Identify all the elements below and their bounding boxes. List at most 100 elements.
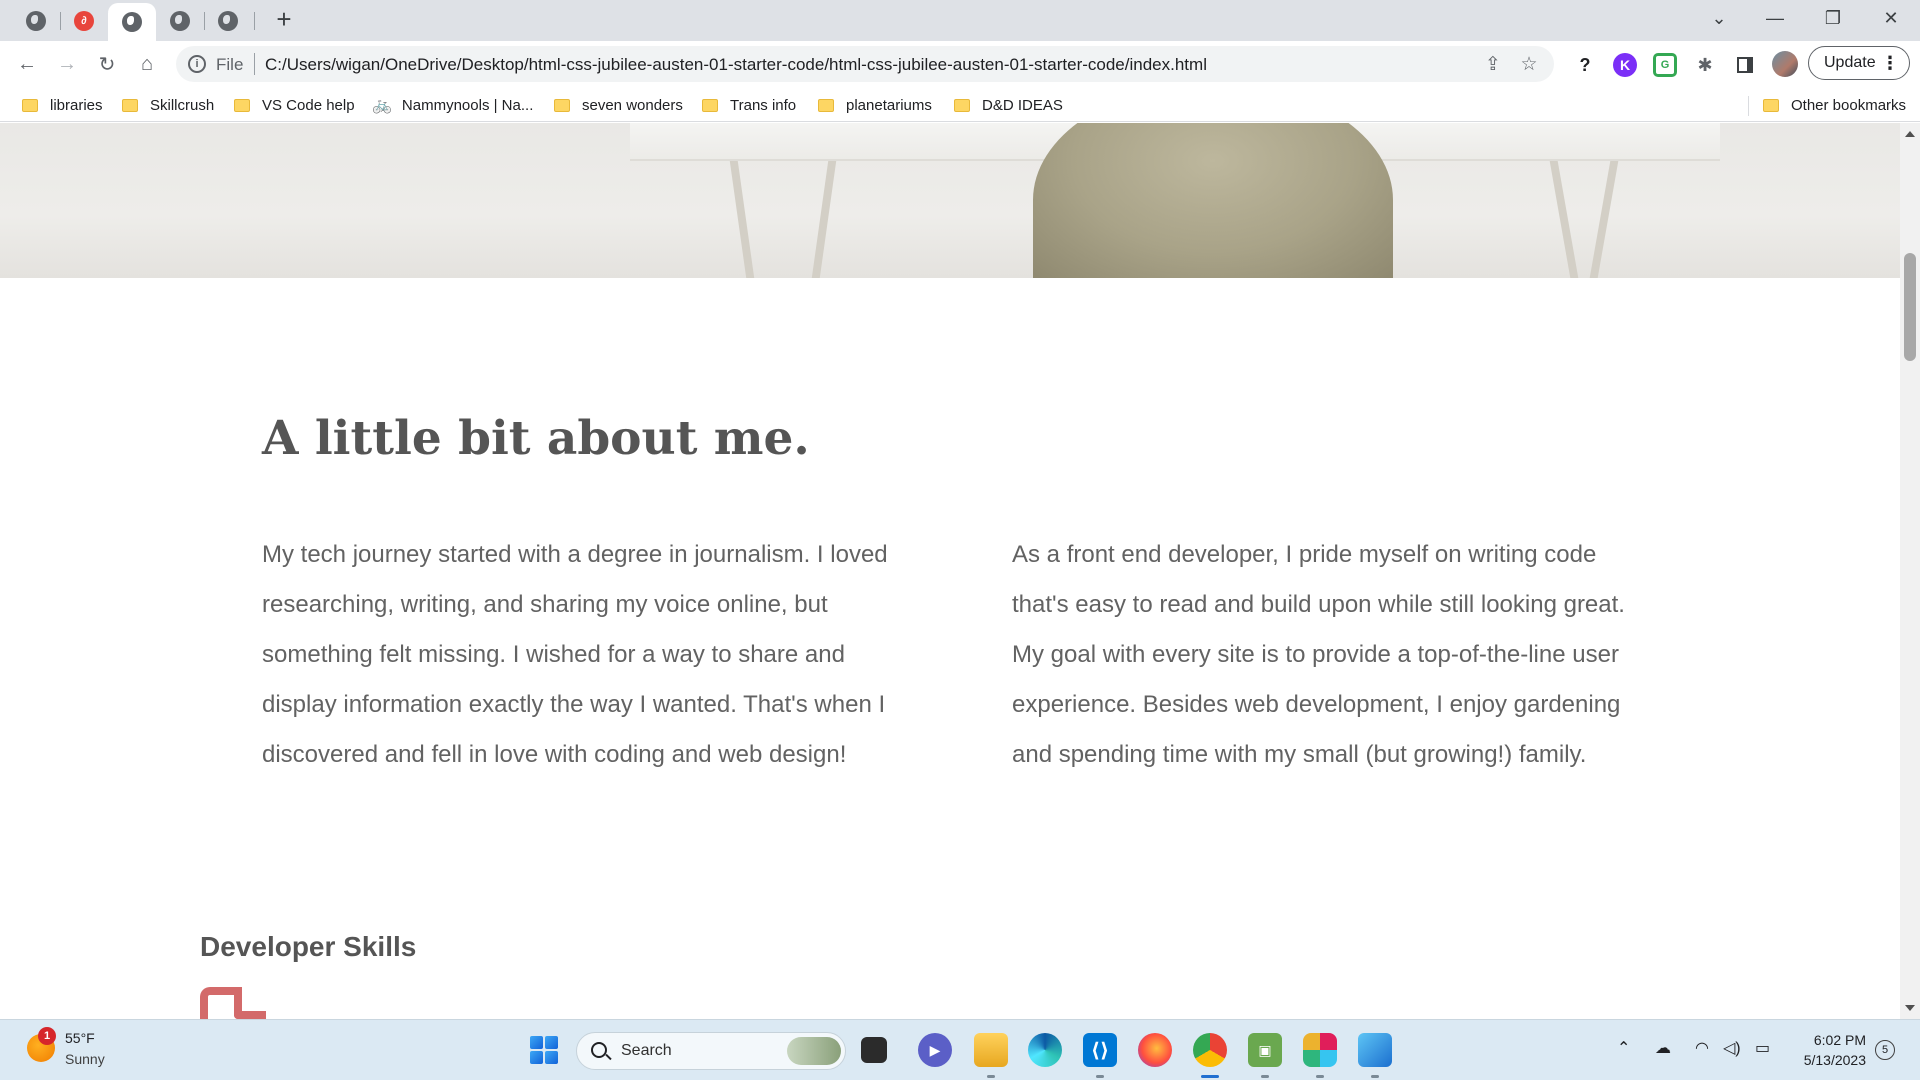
- tab-active[interactable]: [108, 3, 156, 41]
- chevron-up-icon[interactable]: ⌃: [1617, 1038, 1630, 1058]
- weather-temperature: 55°F: [65, 1030, 95, 1046]
- share-icon[interactable]: ⇪: [1482, 54, 1504, 76]
- app-active-indicator: [1201, 1075, 1219, 1078]
- close-button[interactable]: ✕: [1862, 0, 1920, 36]
- app-running-indicator: [1316, 1075, 1324, 1078]
- bookmark-other[interactable]: Other bookmarks: [1763, 94, 1906, 116]
- page-scrollbar[interactable]: [1900, 123, 1920, 1019]
- teams-chat-icon[interactable]: ▶: [918, 1033, 952, 1067]
- onedrive-cloud-icon[interactable]: ☁: [1655, 1038, 1671, 1058]
- bookmark-label: Nammynools | Na...: [401, 96, 534, 114]
- windows-logo-icon: [530, 1036, 558, 1064]
- hero-image: [0, 123, 1900, 278]
- reload-icon: ↻: [98, 53, 116, 76]
- arrow-left-icon: ←: [17, 52, 37, 75]
- about-paragraph-left: My tech journey started with a degree in…: [262, 541, 888, 768]
- tab-4[interactable]: [156, 0, 204, 41]
- bookmark-libraries[interactable]: libraries: [22, 94, 103, 116]
- scroll-up-icon[interactable]: [1905, 131, 1915, 137]
- folder-icon: [22, 98, 38, 112]
- photos-icon[interactable]: [1358, 1033, 1392, 1067]
- home-button[interactable]: ⌂: [132, 49, 162, 79]
- new-tab-button[interactable]: +: [270, 6, 298, 34]
- globe-icon: [122, 12, 142, 32]
- address-bar[interactable]: i File C:/Users/wigan/OneDrive/Desktop/h…: [176, 46, 1554, 82]
- extension-grammarly-icon[interactable]: G: [1653, 53, 1677, 77]
- bookmark-label: Skillcrush: [150, 96, 215, 114]
- bookmark-planetariums[interactable]: planetariums: [818, 94, 932, 116]
- back-button[interactable]: ←: [12, 49, 42, 79]
- tab-2[interactable]: ∂: [60, 0, 108, 41]
- minimize-button[interactable]: —: [1746, 0, 1804, 36]
- url-scheme-label: File: [216, 55, 244, 74]
- chevron-down-icon: ⌄: [1711, 7, 1727, 28]
- start-button[interactable]: [527, 1033, 561, 1067]
- profile-avatar[interactable]: [1772, 51, 1798, 77]
- extension-k-icon[interactable]: K: [1613, 53, 1637, 77]
- info-icon[interactable]: i: [188, 55, 206, 73]
- folder-icon: [554, 98, 570, 112]
- folder-icon: [702, 98, 718, 112]
- bookmark-label: seven wonders: [582, 96, 683, 114]
- close-icon: ✕: [1883, 7, 1899, 28]
- extension-question-icon[interactable]: ?: [1573, 53, 1597, 77]
- windows-taskbar: 1 55°F Sunny Search ▶ ⟨⟩ ▣ ⌃ ☁ ◠ ◁) ▭ 6:…: [0, 1019, 1920, 1080]
- volume-icon[interactable]: ◁): [1723, 1038, 1741, 1058]
- bookmark-nammynools[interactable]: 🚲 Nammynools | Na...: [372, 94, 533, 116]
- tab-search-button[interactable]: ⌄: [1690, 0, 1748, 36]
- chrome-icon[interactable]: [1193, 1033, 1227, 1067]
- firefox-icon[interactable]: [1138, 1033, 1172, 1067]
- app-running-indicator: [987, 1075, 995, 1078]
- folder-icon: [1763, 98, 1779, 112]
- side-panel-button[interactable]: [1733, 53, 1757, 77]
- restore-button[interactable]: ❐: [1804, 0, 1862, 36]
- update-button[interactable]: Update ⋮: [1808, 46, 1910, 80]
- edge-icon[interactable]: [1028, 1033, 1062, 1067]
- bookmark-seven-wonders[interactable]: seven wonders: [554, 94, 683, 116]
- scroll-down-icon[interactable]: [1905, 1005, 1915, 1011]
- bookmark-vs-code-help[interactable]: VS Code help: [234, 94, 355, 116]
- notification-badge[interactable]: 5: [1875, 1040, 1895, 1060]
- tab-divider: [254, 12, 255, 30]
- plus-icon: +: [276, 4, 292, 34]
- folder-icon: [818, 98, 834, 112]
- battery-icon[interactable]: ▭: [1755, 1038, 1770, 1058]
- globe-icon: [170, 10, 190, 31]
- system-clock[interactable]: 6:02 PM 5/13/2023: [1790, 1030, 1866, 1070]
- bookmark-label: VS Code help: [262, 96, 355, 114]
- wifi-icon[interactable]: ◠: [1695, 1038, 1709, 1058]
- vscode-icon[interactable]: ⟨⟩: [1083, 1033, 1117, 1067]
- file-explorer-icon[interactable]: [974, 1033, 1008, 1067]
- desk-leg: [1589, 161, 1619, 278]
- page-viewport: A little bit about me. My tech journey s…: [0, 123, 1900, 1019]
- tab-strip: ∂ + ⌄ — ❐ ✕: [0, 0, 1920, 41]
- url-text[interactable]: C:/Users/wigan/OneDrive/Desktop/html-css…: [265, 55, 1207, 75]
- reload-button[interactable]: ↻: [92, 49, 122, 79]
- folder-icon: [954, 98, 970, 112]
- restore-icon: ❐: [1824, 7, 1842, 28]
- clock-date: 5/13/2023: [1803, 1052, 1866, 1068]
- folder-icon: [234, 98, 250, 112]
- extensions-puzzle-icon[interactable]: ✱: [1693, 53, 1717, 77]
- tab-1[interactable]: [12, 0, 60, 41]
- side-panel-icon: [1737, 57, 1753, 73]
- bookmark-skillcrush[interactable]: Skillcrush: [122, 94, 214, 116]
- taskbar-search[interactable]: Search: [576, 1032, 846, 1070]
- bookmark-dnd-ideas[interactable]: D&D IDEAS: [954, 94, 1063, 116]
- tab-5[interactable]: [204, 0, 252, 41]
- update-label: Update: [1824, 54, 1876, 71]
- star-icon[interactable]: ☆: [1518, 54, 1540, 76]
- task-view-icon[interactable]: [861, 1037, 887, 1063]
- app-running-indicator: [1371, 1075, 1379, 1078]
- globe-icon: [218, 10, 238, 31]
- search-label: Search: [621, 1042, 672, 1059]
- menu-dots-icon[interactable]: ⋮: [1881, 53, 1899, 73]
- about-heading: A little bit about me.: [262, 411, 810, 466]
- weather-alert-badge: 1: [38, 1027, 56, 1045]
- app-running-indicator: [1261, 1075, 1269, 1078]
- scroll-thumb[interactable]: [1904, 253, 1916, 361]
- bookmark-trans-info[interactable]: Trans info: [702, 94, 796, 116]
- forward-button[interactable]: →: [52, 49, 82, 79]
- slack-icon[interactable]: [1303, 1033, 1337, 1067]
- screen-tool-icon[interactable]: ▣: [1248, 1033, 1282, 1067]
